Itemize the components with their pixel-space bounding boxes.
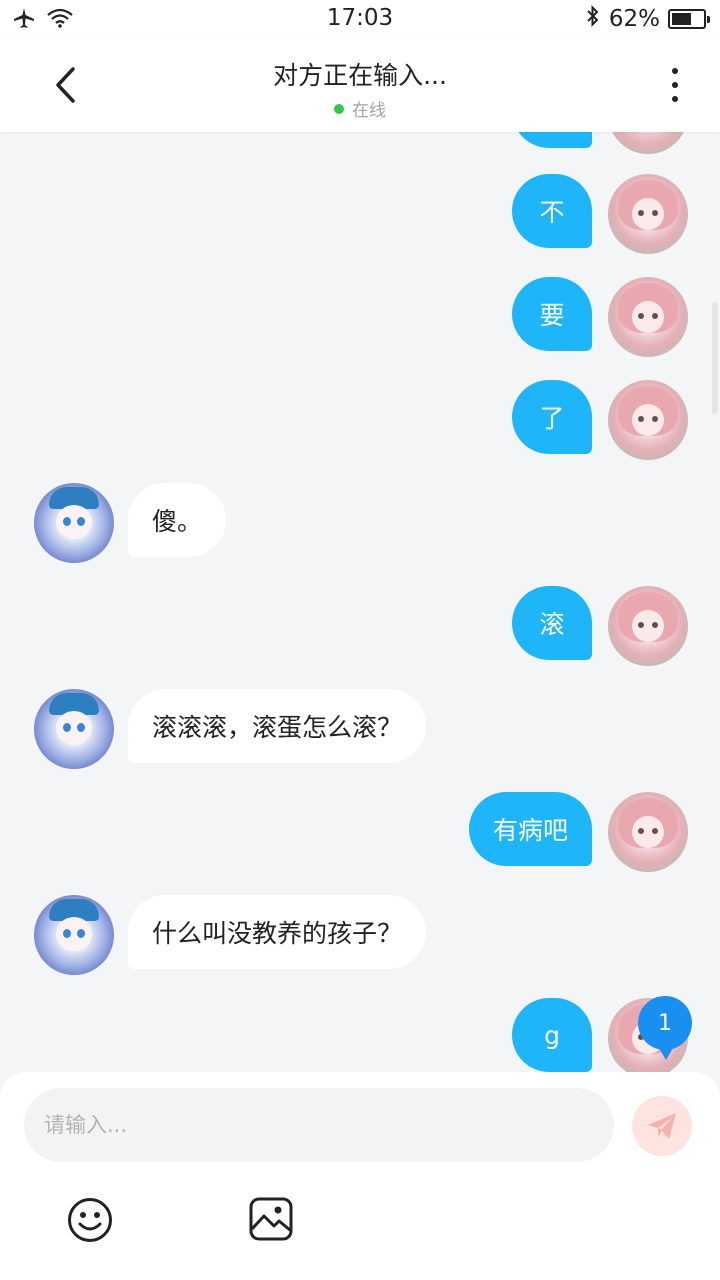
more-options-button[interactable] [660, 62, 690, 108]
avatar[interactable] [608, 586, 688, 666]
status-bar: 17:03 62% [0, 0, 720, 38]
avatar[interactable] [34, 483, 114, 563]
bluetooth-icon [585, 5, 601, 33]
smiley-icon [68, 1198, 112, 1242]
send-button[interactable] [632, 1096, 692, 1156]
chat-header: 对方正在输入... 在线 [0, 38, 720, 132]
message-bubble[interactable]: g [512, 998, 592, 1072]
message-list[interactable]: 不 要 了 傻。 滚 滚滚滚，滚蛋怎么滚？ 有病吧 什么叫没教养的孩子？ g 1 [0, 132, 720, 1072]
message-input[interactable] [24, 1088, 614, 1162]
presence-label: 在线 [352, 101, 386, 121]
message-incoming: 傻。 [34, 483, 434, 563]
battery-icon [668, 9, 710, 29]
message-incoming: 什么叫没教养的孩子？ [34, 895, 534, 975]
message-outgoing: 滚 [388, 586, 688, 666]
message-composer [0, 1072, 720, 1280]
message-partial [488, 132, 688, 154]
message-outgoing: 要 [388, 277, 688, 357]
message-bubble[interactable]: 不 [512, 174, 592, 248]
message-bubble[interactable]: 了 [512, 380, 592, 454]
avatar[interactable] [608, 174, 688, 254]
more-vertical-icon [672, 68, 678, 74]
emoji-button[interactable] [66, 1196, 114, 1244]
image-icon [249, 1197, 293, 1241]
message-bubble[interactable]: 滚 [512, 586, 592, 660]
scrollbar[interactable] [712, 302, 718, 414]
message-incoming: 滚滚滚，滚蛋怎么滚？ [34, 689, 534, 769]
message-bubble[interactable]: 有病吧 [468, 792, 592, 866]
image-button[interactable] [248, 1196, 294, 1242]
message-bubble[interactable]: 滚滚滚，滚蛋怎么滚？ [128, 689, 427, 763]
avatar[interactable] [608, 132, 688, 154]
presence-status: 在线 [334, 96, 386, 121]
avatar[interactable] [34, 895, 114, 975]
avatar[interactable] [608, 277, 688, 357]
battery-percent: 62% [608, 6, 660, 32]
message-outgoing: 不 [388, 174, 688, 254]
avatar[interactable] [608, 792, 688, 872]
online-dot-icon [334, 103, 344, 114]
message-outgoing: 有病吧 [288, 792, 688, 872]
message-bubble[interactable]: 傻。 [128, 483, 227, 557]
message-bubble[interactable]: 要 [512, 277, 592, 351]
avatar[interactable] [34, 689, 114, 769]
unread-count-badge[interactable]: 1 [638, 996, 692, 1060]
message-outgoing: 了 [388, 380, 688, 460]
chat-title: 对方正在输入... [273, 61, 447, 90]
avatar[interactable] [608, 380, 688, 460]
send-icon [648, 1113, 676, 1139]
message-bubble[interactable]: 什么叫没教养的孩子？ [128, 895, 427, 969]
